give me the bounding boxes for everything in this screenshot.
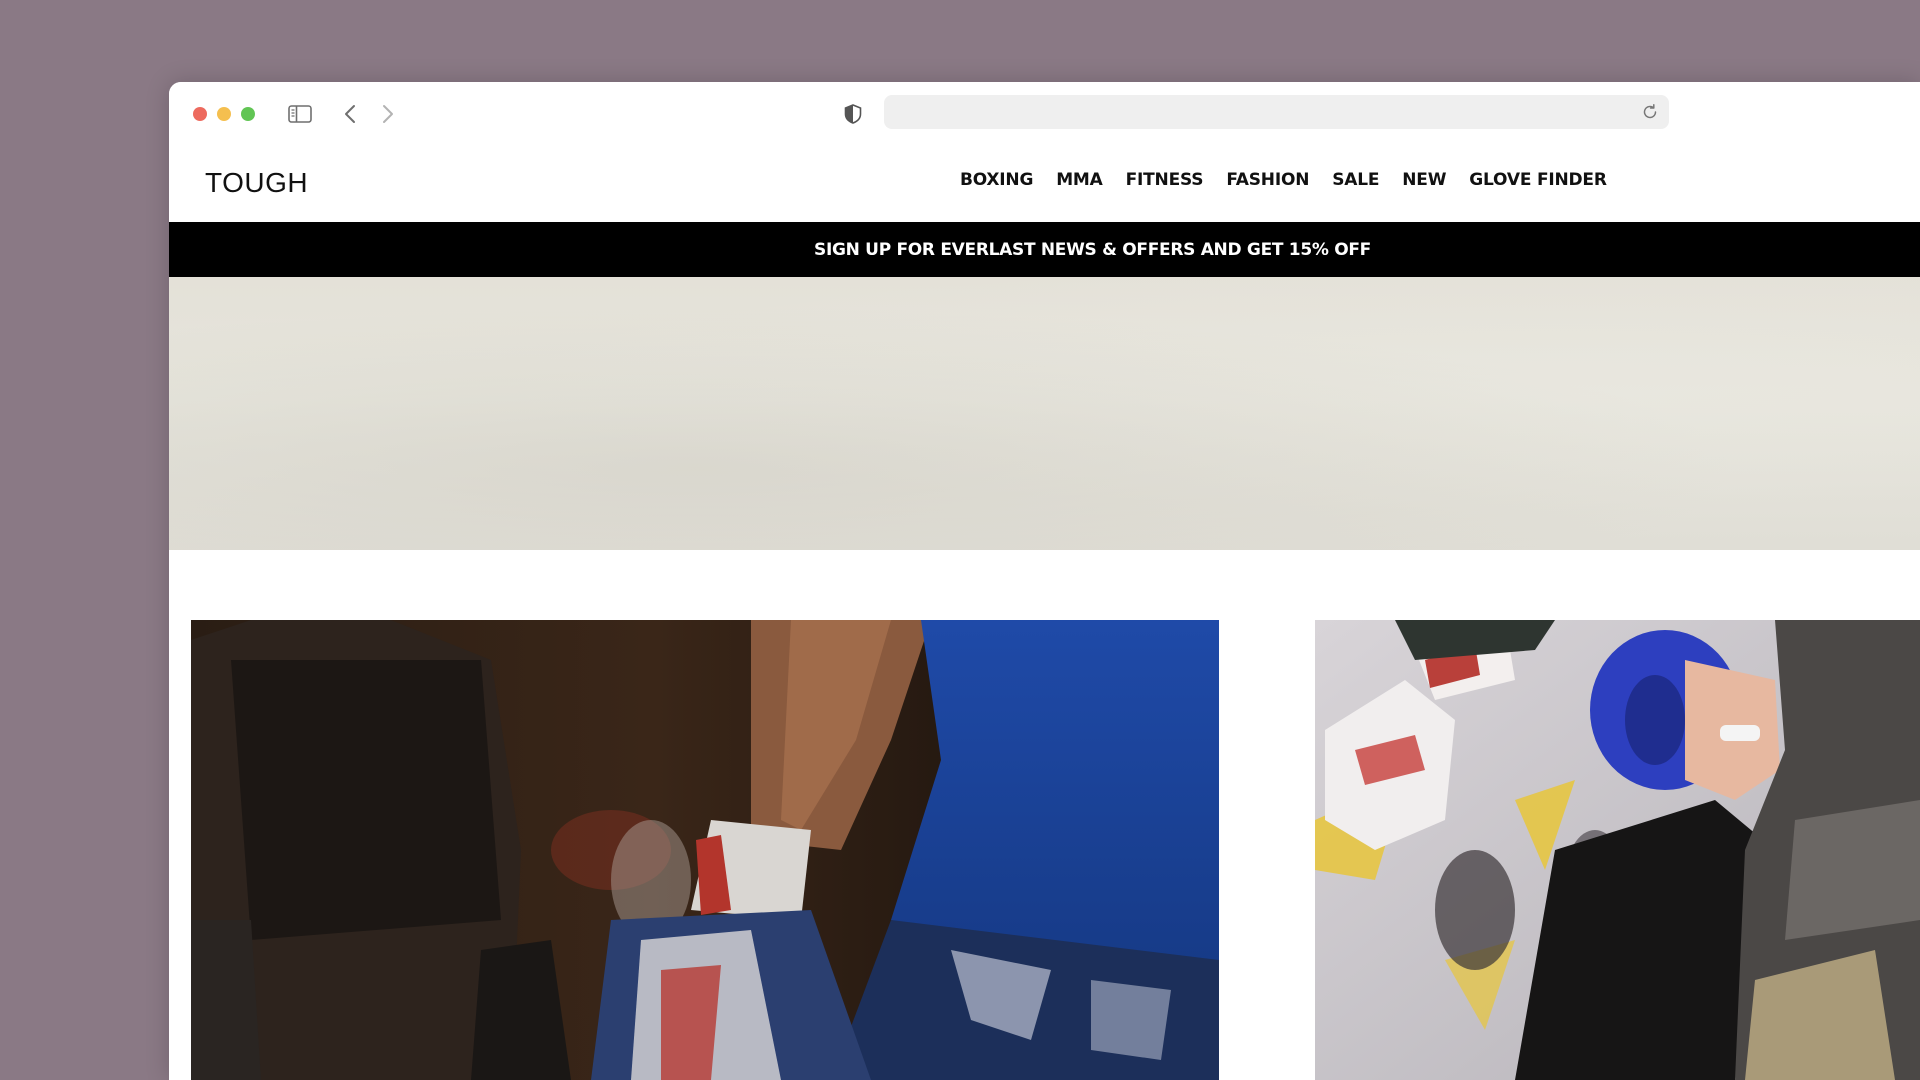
close-window-button[interactable] [193, 107, 207, 121]
sparring-photo-card[interactable] [1315, 620, 1920, 1080]
nav-item-sale[interactable]: SALE [1332, 170, 1379, 190]
main-nav: BOXING MMA FITNESS FASHION SALE NEW GLOV… [960, 170, 1630, 190]
site-header: TOUGH BOXING MMA FITNESS FASHION SALE NE… [169, 145, 1920, 222]
nav-item-fitness[interactable]: FITNESS [1126, 170, 1204, 190]
sparring-photo [1315, 620, 1920, 1080]
boxing-photo [191, 620, 1219, 1080]
nav-item-boxing[interactable]: BOXING [960, 170, 1033, 190]
shield-icon[interactable] [841, 100, 865, 128]
nav-item-new[interactable]: NEW [1402, 170, 1446, 190]
url-input[interactable] [896, 95, 1600, 131]
boxing-photo-card[interactable] [191, 620, 1219, 1080]
chevron-left-icon[interactable] [339, 100, 361, 128]
minimize-window-button[interactable] [217, 107, 231, 121]
nav-item-glove-finder[interactable]: GLOVE FINDER [1469, 170, 1607, 190]
address-bar[interactable] [884, 95, 1669, 131]
promo-banner[interactable]: SIGN UP FOR EVERLAST NEWS & OFFERS AND G… [169, 222, 1920, 277]
browser-window: TOUGH BOXING MMA FITNESS FASHION SALE NE… [169, 82, 1920, 1080]
sidebar-toggle-icon[interactable] [286, 100, 314, 128]
chevron-right-icon[interactable] [377, 100, 399, 128]
site-logo[interactable]: TOUGH [205, 167, 308, 199]
nav-item-mma[interactable]: MMA [1056, 170, 1103, 190]
browser-toolbar [169, 82, 1920, 146]
promo-text: SIGN UP FOR EVERLAST NEWS & OFFERS AND G… [814, 239, 1371, 260]
maximize-window-button[interactable] [241, 107, 255, 121]
nav-item-fashion[interactable]: FASHION [1226, 170, 1309, 190]
reload-icon[interactable] [1641, 103, 1659, 121]
hero-image [169, 277, 1920, 550]
